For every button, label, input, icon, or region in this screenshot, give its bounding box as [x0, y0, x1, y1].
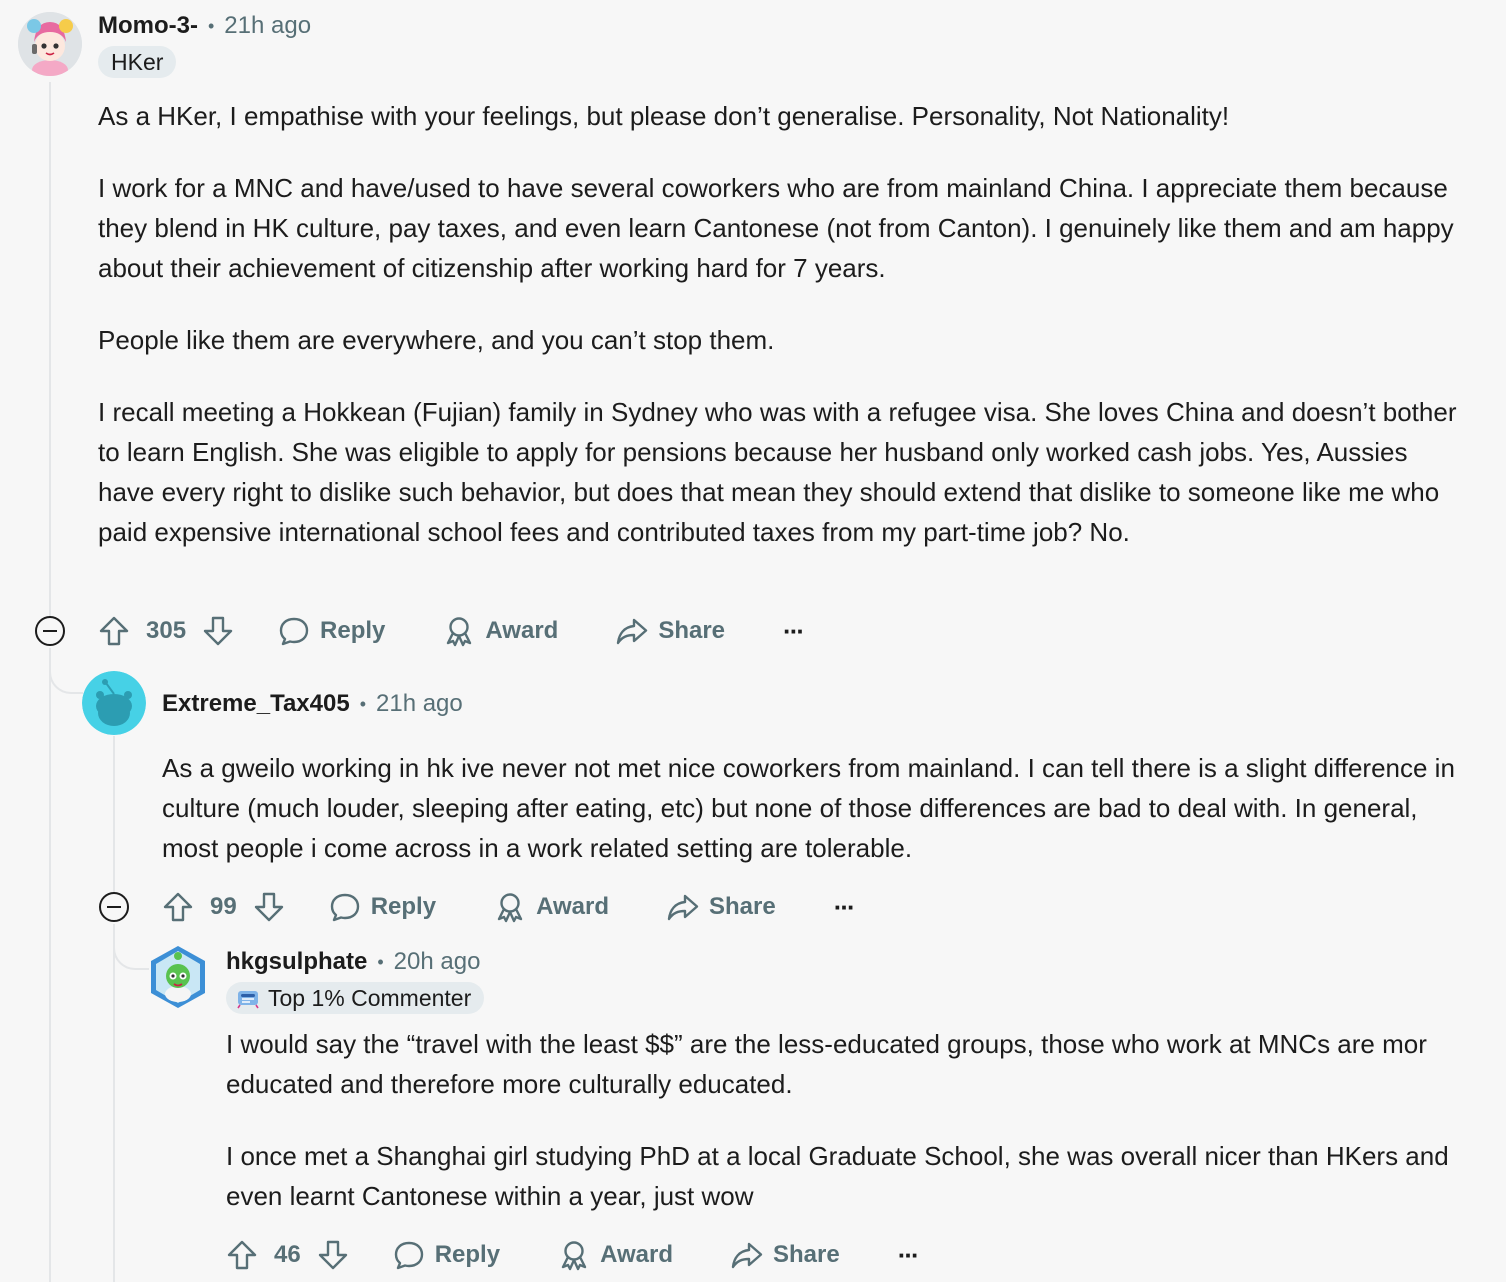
award-label: Award [485, 617, 559, 644]
username[interactable]: hkgsulphate [226, 948, 367, 976]
thread-line-level1-lower [49, 648, 51, 1282]
reply-icon [278, 615, 310, 647]
more-icon[interactable]: ··· [898, 1240, 920, 1271]
comment-meta: hkgsulphate • 20h ago [226, 946, 480, 978]
separator-dot: • [377, 951, 384, 972]
vote-count: 99 [210, 893, 237, 920]
avatar[interactable] [82, 671, 146, 735]
award-button[interactable]: Award [443, 615, 558, 647]
comment-paragraph: I would say the “travel with the least $… [226, 1029, 1427, 1099]
award-icon [443, 615, 475, 647]
timestamp[interactable]: 21h ago [376, 690, 463, 718]
award-button[interactable]: Award [558, 1239, 673, 1271]
reply-label: Reply [370, 893, 437, 920]
reply-icon [393, 1239, 425, 1271]
reply-button[interactable]: Reply [278, 615, 385, 647]
share-label: Share [772, 1241, 840, 1268]
vote-count: 46 [274, 1241, 301, 1268]
vote-count: 305 [146, 617, 187, 644]
downvote-icon[interactable] [202, 615, 234, 647]
share-button[interactable]: Share [616, 615, 725, 647]
upvote-icon[interactable] [98, 615, 130, 647]
timestamp[interactable]: 21h ago [224, 12, 311, 40]
award-icon [558, 1239, 590, 1271]
comment-body: As a HKer, I empathise with your feeling… [98, 96, 1458, 552]
thread-line-level2 [113, 736, 115, 894]
timestamp[interactable]: 20h ago [394, 948, 481, 976]
comment-actions: 305 Reply Award Share ··· [98, 611, 805, 651]
award-label: Award [600, 1241, 673, 1268]
award-label: Award [536, 893, 609, 920]
thread-branch [49, 648, 83, 694]
award-icon [494, 891, 526, 923]
avatar[interactable] [148, 944, 208, 1010]
share-button[interactable]: Share [667, 891, 776, 923]
comment-body: I would say the “travel with the least $… [226, 1024, 1466, 1216]
more-icon[interactable]: ··· [834, 892, 856, 923]
commenter-badge-icon [236, 987, 260, 1009]
separator-dot: • [207, 15, 215, 36]
downvote-icon[interactable] [317, 1239, 349, 1271]
more-icon[interactable]: ··· [783, 616, 805, 647]
share-icon [731, 1239, 763, 1271]
upvote-icon[interactable] [162, 891, 194, 923]
upvote-icon[interactable] [226, 1239, 258, 1271]
comment-paragraph: People like them are everywhere, and you… [98, 325, 775, 355]
comment-body: As a gweilo working in hk ive never not … [162, 748, 1462, 868]
thread-line-level1 [49, 82, 51, 618]
collapse-icon[interactable] [99, 892, 129, 922]
reply-icon [329, 891, 361, 923]
separator-dot: • [359, 693, 366, 714]
share-label: Share [658, 617, 726, 644]
user-flair: Top 1% Commenter [226, 982, 485, 1014]
collapse-icon[interactable] [35, 616, 65, 646]
thread-line-level2-lower [113, 924, 115, 1282]
reply-button[interactable]: Reply [329, 891, 436, 923]
username[interactable]: Momo-3- [98, 12, 198, 40]
reply-button[interactable]: Reply [393, 1239, 500, 1271]
comment-paragraph: As a gweilo working in hk ive never not … [162, 753, 1455, 863]
share-icon [616, 615, 648, 647]
comment-meta: Extreme_Tax405 • 21h ago [162, 688, 463, 720]
reply-label: Reply [320, 617, 386, 644]
share-button[interactable]: Share [731, 1239, 840, 1271]
user-flair: HKer [98, 46, 177, 78]
comment-paragraph: I recall meeting a Hokkean (Fujian) fami… [98, 397, 1457, 547]
award-button[interactable]: Award [494, 891, 609, 923]
comment-actions: 99 Reply Award Share ··· [162, 887, 856, 927]
share-label: Share [708, 893, 776, 920]
flair-label: HKer [111, 49, 164, 75]
username[interactable]: Extreme_Tax405 [162, 690, 350, 718]
comment-paragraph: I work for a MNC and have/used to have s… [98, 173, 1454, 283]
flair-label: Top 1% Commenter [268, 985, 472, 1011]
thread-branch [113, 924, 149, 970]
avatar[interactable] [18, 12, 82, 76]
reply-label: Reply [434, 1241, 501, 1268]
comment-paragraph: I once met a Shanghai girl studying PhD … [226, 1141, 1449, 1211]
downvote-icon[interactable] [253, 891, 285, 923]
comment-actions: 46 Reply Award Share ··· [226, 1235, 920, 1275]
share-icon [667, 891, 699, 923]
comment-meta: Momo-3- • 21h ago [98, 10, 311, 42]
comment-paragraph: As a HKer, I empathise with your feeling… [98, 101, 1230, 131]
